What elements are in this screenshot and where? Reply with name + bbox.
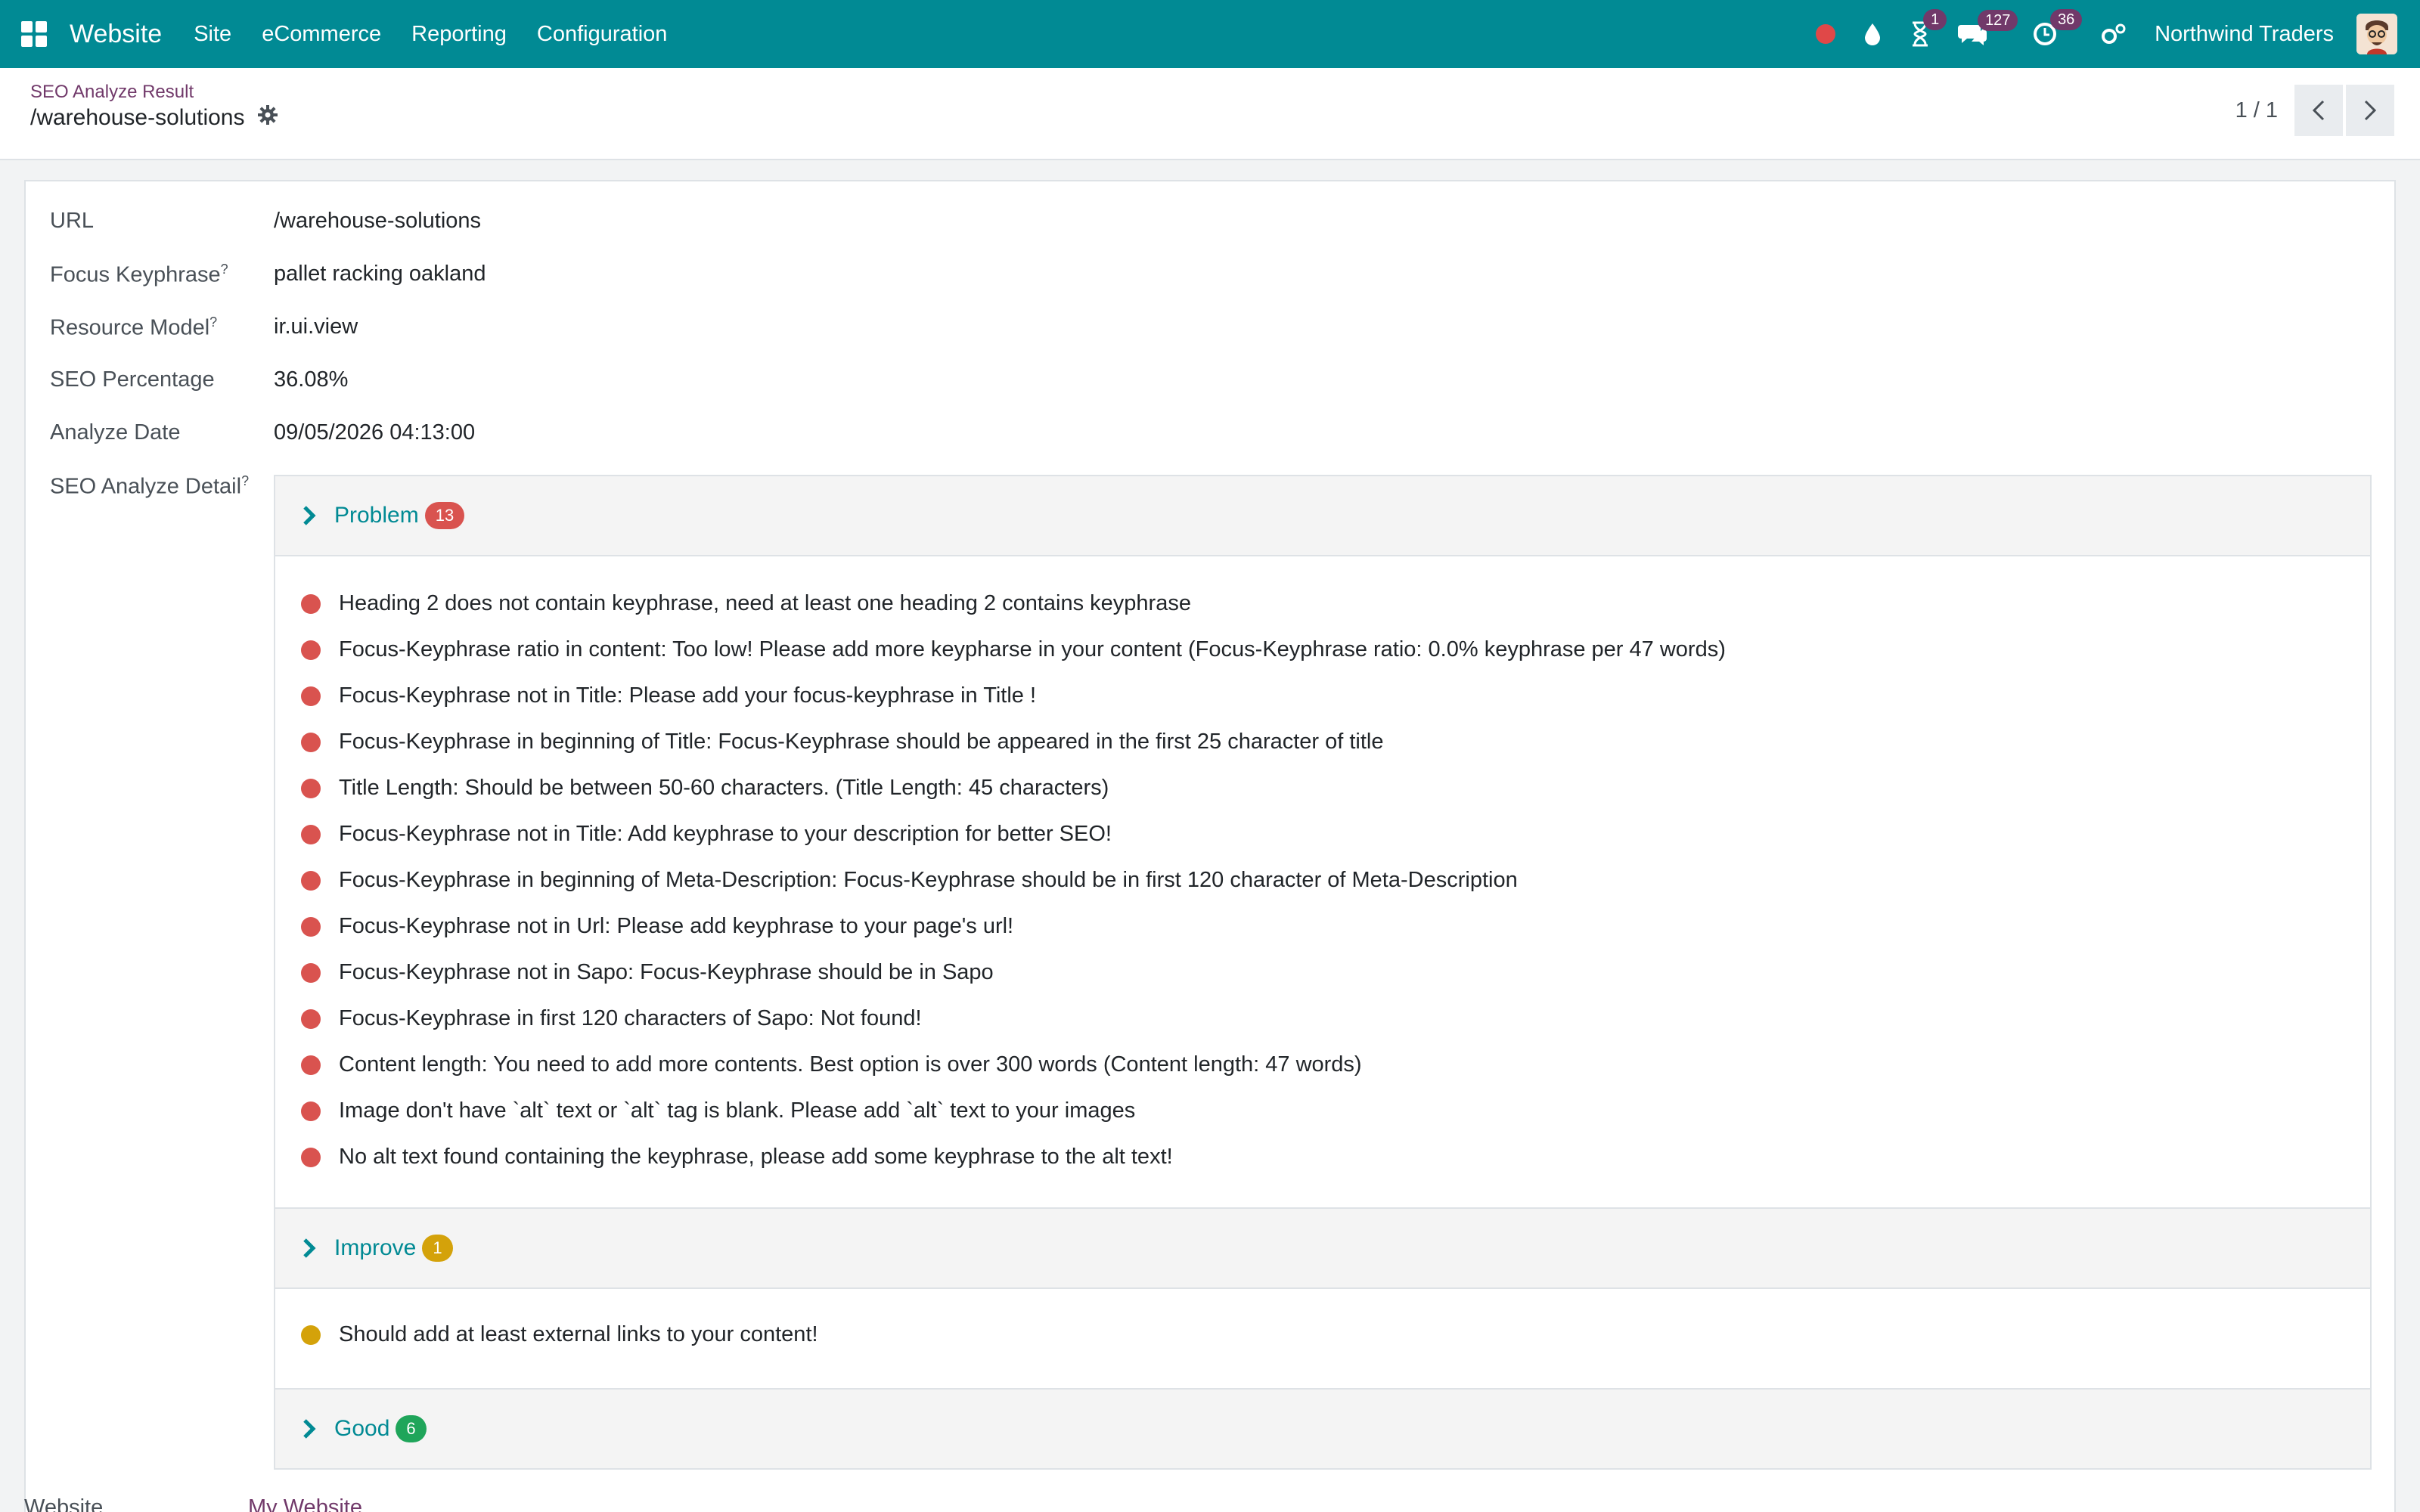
menu-site[interactable]: Site <box>194 22 231 47</box>
top-navbar: Website Site eCommerce Reporting Configu… <box>0 0 2420 68</box>
section-improve-header[interactable]: Improve 1 <box>274 1207 2372 1289</box>
status-dot-icon <box>301 778 321 798</box>
chevron-right-icon <box>303 1419 316 1439</box>
settings-cogs-icon[interactable] <box>2100 22 2127 46</box>
menu-reporting[interactable]: Reporting <box>411 22 507 47</box>
field-value: ir.ui.view <box>274 314 358 339</box>
list-item: Content length: You need to add more con… <box>275 1042 2370 1088</box>
list-item: Title Length: Should be between 50-60 ch… <box>275 765 2370 811</box>
list-item: Focus-Keyphrase ratio in content: Too lo… <box>275 627 2370 673</box>
good-count-badge: 6 <box>396 1415 427 1442</box>
activity-badge: 1 <box>1923 9 1947 30</box>
pager: 1 / 1 <box>2235 85 2394 136</box>
section-good-header[interactable]: Good 6 <box>274 1388 2372 1470</box>
status-dot-icon <box>301 1009 321 1029</box>
help-tooltip-icon[interactable]: ? <box>241 473 249 488</box>
record-title-text: /warehouse-solutions <box>30 105 245 130</box>
chevron-right-icon <box>303 1238 316 1258</box>
status-dot-icon <box>301 1325 321 1345</box>
section-improve-body: Should add at least external links to yo… <box>274 1289 2372 1388</box>
field-value: 36.08% <box>274 367 349 392</box>
improve-count-badge: 1 <box>422 1235 453 1262</box>
website-link[interactable]: My Website <box>248 1495 362 1512</box>
pager-value[interactable]: 1 / 1 <box>2235 98 2278 123</box>
field-label: URL <box>50 209 95 233</box>
app-name[interactable]: Website <box>70 20 162 49</box>
section-problem-title: Problem <box>334 503 419 528</box>
status-dot-icon <box>301 1101 321 1121</box>
field-label: Website <box>24 1495 104 1512</box>
list-item: Focus-Keyphrase not in Title: Please add… <box>275 673 2370 719</box>
list-item: Should add at least external links to yo… <box>275 1312 2370 1358</box>
status-dot-icon <box>301 824 321 844</box>
messages-badge: 127 <box>1978 10 2018 31</box>
list-item: Focus-Keyphrase in first 120 characters … <box>275 996 2370 1042</box>
section-problem-header[interactable]: Problem 13 <box>274 475 2372 556</box>
field-label: Resource Model? <box>50 314 218 340</box>
status-dot-icon <box>301 1147 321 1167</box>
help-tooltip-icon[interactable]: ? <box>209 314 217 330</box>
menu-ecommerce[interactable]: eCommerce <box>262 22 381 47</box>
chevron-left-icon <box>2312 100 2325 121</box>
control-panel: SEO Analyze Result /warehouse-solutions … <box>0 68 2420 160</box>
field-label: Focus Keyphrase? <box>50 262 228 287</box>
pager-next-button[interactable] <box>2346 85 2394 136</box>
messages-icon[interactable]: 127 <box>1958 10 2018 46</box>
record-title: /warehouse-solutions <box>30 104 278 132</box>
list-item: Focus-Keyphrase not in Title: Add keyphr… <box>275 811 2370 857</box>
section-improve-title: Improve <box>334 1235 417 1260</box>
field-label: Analyze Date <box>50 420 181 445</box>
field-value: 09/05/2026 04:13:00 <box>274 420 476 445</box>
field-label: SEO Percentage <box>50 367 215 392</box>
field-label: SEO Analyze Detail? <box>50 473 250 499</box>
drop-icon[interactable] <box>1863 22 1882 46</box>
field-focus-keyphrase: Focus Keyphrase? pallet racking oakland <box>50 262 486 288</box>
status-dot-icon <box>301 962 321 983</box>
field-analyze-date: Analyze Date 09/05/2026 04:13:00 <box>50 420 475 445</box>
list-item: Focus-Keyphrase in beginning of Title: F… <box>275 719 2370 765</box>
status-dot-icon <box>301 1055 321 1075</box>
list-item: Image don't have `alt` text or `alt` tag… <box>275 1088 2370 1134</box>
problem-count-badge: 13 <box>424 502 465 529</box>
seo-analyze-detail-panel: Problem 13 Heading 2 does not contain ke… <box>274 475 2372 1470</box>
field-seo-analyze-detail: SEO Analyze Detail? <box>50 473 274 500</box>
breadcrumb[interactable]: SEO Analyze Result <box>30 82 194 103</box>
status-dot-icon <box>301 916 321 937</box>
menu-configuration[interactable]: Configuration <box>537 22 668 47</box>
list-item: Focus-Keyphrase not in Url: Please add k… <box>275 903 2370 950</box>
list-item: Focus-Keyphrase in beginning of Meta-Des… <box>275 857 2370 903</box>
status-dot-icon <box>301 686 321 706</box>
activity-hourglass-icon[interactable]: 1 <box>1910 9 1947 47</box>
user-avatar[interactable] <box>2356 14 2397 54</box>
timer-icon[interactable]: 36 <box>2032 9 2083 47</box>
systray: 1 127 36 Northwind Traders <box>1816 0 2397 68</box>
status-dot-icon <box>301 640 321 660</box>
field-resource-model: Resource Model? ir.ui.view <box>50 314 358 341</box>
chevron-right-icon <box>2364 100 2377 121</box>
record-indicator-icon[interactable] <box>1816 24 1836 44</box>
status-dot-icon <box>301 593 321 614</box>
list-item: No alt text found containing the keyphra… <box>275 1134 2370 1180</box>
field-seo-percentage: SEO Percentage 36.08% <box>50 367 348 392</box>
list-item: Heading 2 does not contain keyphrase, ne… <box>275 581 2370 627</box>
section-good-title: Good <box>334 1416 390 1441</box>
field-value[interactable]: pallet racking oakland <box>274 262 486 288</box>
company-switcher[interactable]: Northwind Traders <box>2155 22 2334 47</box>
status-dot-icon <box>301 870 321 891</box>
field-value: /warehouse-solutions <box>274 209 482 233</box>
chevron-right-icon <box>303 506 316 525</box>
field-url: URL /warehouse-solutions <box>50 209 481 234</box>
apps-menu-icon[interactable] <box>21 21 47 47</box>
timer-badge: 36 <box>2050 9 2083 30</box>
list-item: Focus-Keyphrase not in Sapo: Focus-Keyph… <box>275 950 2370 996</box>
section-problem-body: Heading 2 does not contain keyphrase, ne… <box>274 556 2372 1207</box>
pager-previous-button[interactable] <box>2294 85 2343 136</box>
status-dot-icon <box>301 732 321 752</box>
gear-icon[interactable] <box>257 104 278 132</box>
field-website: Website My Website <box>24 1495 362 1512</box>
help-tooltip-icon[interactable]: ? <box>221 262 228 277</box>
